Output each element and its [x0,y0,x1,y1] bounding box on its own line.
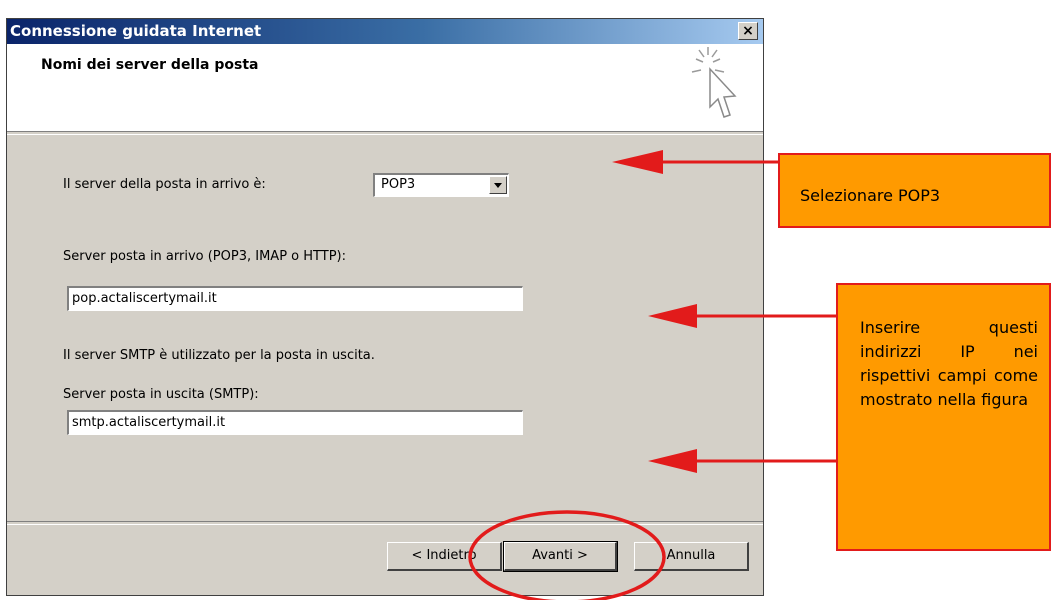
callout-insert-addresses: Inserire questi indirizzi IP nei rispett… [836,283,1051,551]
incoming-server-type-value: POP3 [381,177,416,192]
title-bar: Connessione guidata Internet × [7,19,763,44]
header-separator [7,131,763,135]
outgoing-server-label: Server posta in uscita (SMTP): [63,387,259,402]
outgoing-server-input[interactable]: smtp.actaliscertymail.it [67,410,523,435]
back-button[interactable]: < Indietro [387,542,502,571]
incoming-server-type-select[interactable]: POP3 [373,173,509,197]
callout-insert-addresses-text: Inserire questi indirizzi IP nei rispett… [860,318,1038,409]
outgoing-server-value: smtp.actaliscertymail.it [72,415,226,430]
incoming-server-label: Server posta in arrivo (POP3, IMAP o HTT… [63,249,346,264]
callout-select-pop3: Selezionare POP3 [778,153,1051,228]
next-button[interactable]: Avanti > [503,541,618,572]
callout-select-pop3-text: Selezionare POP3 [800,186,941,205]
wizard-cursor-sparkle-icon [691,47,737,118]
close-button[interactable]: × [738,22,758,40]
page-title: Nomi dei server della posta [41,57,259,73]
footer-separator [7,521,763,525]
incoming-server-value: pop.actaliscertymail.it [72,291,217,306]
window-title: Connessione guidata Internet [10,22,262,40]
chevron-down-icon [494,183,502,188]
wizard-dialog: Connessione guidata Internet × Nomi dei … [6,18,764,596]
smtp-info-text: Il server SMTP è utilizzato per la posta… [63,348,375,363]
dropdown-arrow-button[interactable] [489,176,507,194]
incoming-type-label: Il server della posta in arrivo è: [63,177,266,192]
wizard-header: Nomi dei server della posta [7,44,763,131]
cancel-button[interactable]: Annulla [634,542,749,571]
incoming-server-input[interactable]: pop.actaliscertymail.it [67,286,523,311]
